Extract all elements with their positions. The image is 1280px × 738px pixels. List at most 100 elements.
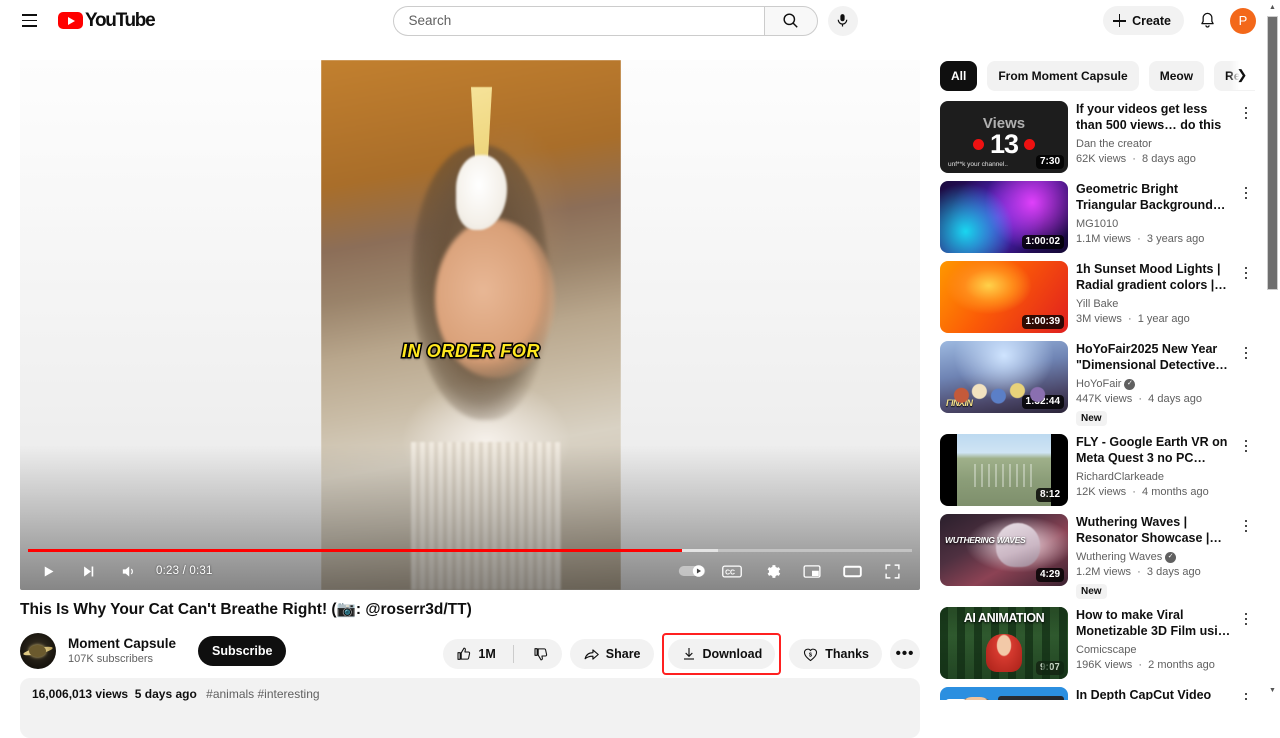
video-thumbnail[interactable]: ΓΙΝΧΙΝ 1:32:44 (940, 341, 1068, 413)
channel-avatar[interactable] (20, 633, 56, 669)
video-thumbnail[interactable]: AI ANIMATION 9:07 (940, 607, 1068, 679)
hamburger-menu-icon[interactable] (16, 8, 42, 34)
svg-text:$: $ (809, 652, 813, 658)
video-more-menu-icon[interactable] (1237, 609, 1255, 629)
theater-mode-button[interactable] (832, 552, 872, 590)
video-more-menu-icon[interactable] (1237, 516, 1255, 536)
video-title[interactable]: HoYoFair2025 New Year "Dimensional Detec… (1076, 341, 1237, 373)
miniplayer-button[interactable] (792, 552, 832, 590)
video-more-menu-icon[interactable] (1237, 183, 1255, 203)
channel-name: Comicscape (1076, 644, 1137, 656)
scroll-up-arrow-icon[interactable]: ▲ (1265, 0, 1280, 14)
video-thumbnail[interactable]: 8:12 (940, 434, 1068, 506)
list-item[interactable]: AI ANIMATION 9:07 How to make Viral Mone… (940, 607, 1255, 679)
masthead: YouTube Create (0, 0, 1280, 41)
video-stats: 1.2M views · 3 days ago (1076, 566, 1201, 578)
video-more-menu-icon[interactable] (1237, 436, 1255, 456)
video-more-menu-icon[interactable] (1237, 263, 1255, 283)
video-thumbnail[interactable]: Views 13 unf**k your channel.. 7:30 (940, 101, 1068, 173)
search-box[interactable] (392, 5, 764, 36)
list-item[interactable]: 1:00:02 Geometric Bright Triangular Back… (940, 181, 1255, 253)
video-caption-overlay: IN ORDER FOR (400, 339, 541, 362)
video-title[interactable]: In Depth CapCut Video Editing Tutorial -… (1076, 687, 1237, 700)
video-description-box[interactable]: 16,006,013 views 5 days ago #animals #in… (20, 678, 920, 738)
dislike-button[interactable] (520, 639, 562, 669)
list-item[interactable]: Views 13 unf**k your channel.. 7:30 If y… (940, 101, 1255, 173)
scrollbar-thumb[interactable] (1267, 16, 1278, 290)
video-channel[interactable]: RichardClarkeade (1076, 469, 1237, 485)
search-icon (783, 13, 798, 28)
video-thumbnail[interactable]: 1:00:39 (940, 261, 1068, 333)
subscribe-button[interactable]: Subscribe (198, 636, 287, 666)
download-button[interactable]: Download (667, 639, 776, 669)
play-button[interactable] (28, 552, 68, 590)
filter-chip-meow[interactable]: Meow (1148, 61, 1205, 91)
video-channel[interactable]: MG1010 (1076, 216, 1237, 232)
subtitles-button[interactable]: CC (712, 552, 752, 590)
chevron-right-icon[interactable]: ❯ (1229, 60, 1255, 90)
video-thumbnail[interactable]: WUTHERING WAVES 4:29 (940, 514, 1068, 586)
volume-button[interactable] (108, 552, 148, 590)
like-button[interactable]: 1M (443, 639, 506, 669)
video-channel[interactable]: Wuthering Waves ✓ (1076, 549, 1237, 565)
notifications-button[interactable] (1192, 6, 1222, 36)
thumb-dot-right-icon (1024, 139, 1036, 150)
upload-age: 2 months ago (1148, 659, 1215, 671)
fullscreen-button[interactable] (872, 552, 912, 590)
search-input[interactable] (408, 13, 760, 28)
search-button[interactable] (763, 5, 818, 36)
video-thumbnail[interactable]: 1:00:02 (940, 181, 1068, 253)
next-video-button[interactable] (68, 552, 108, 590)
thanks-button[interactable]: $ Thanks (789, 639, 882, 669)
video-more-menu-icon[interactable] (1237, 343, 1255, 363)
channel-name: Yill Bake (1076, 298, 1119, 310)
autoplay-toggle[interactable] (672, 552, 712, 590)
scroll-down-arrow-icon[interactable]: ▼ (1265, 683, 1280, 697)
video-channel[interactable]: Yill Bake (1076, 296, 1237, 312)
create-button[interactable]: Create (1103, 6, 1184, 35)
view-count: 16,006,013 views (32, 687, 129, 701)
video-more-menu-icon[interactable] (1237, 103, 1255, 123)
video-duration: 1:00:39 (1021, 315, 1064, 329)
video-channel[interactable]: HoYoFair ✓ (1076, 376, 1237, 392)
video-title[interactable]: Wuthering Waves | Resonator Showcase | C… (1076, 514, 1237, 546)
video-title[interactable]: FLY - Google Earth VR on Meta Quest 3 no… (1076, 434, 1237, 466)
video-hashtags[interactable]: #animals #interesting (206, 687, 319, 701)
list-item[interactable]: ✖ In Depth CapCut Video Editing Tutorial… (940, 687, 1255, 700)
video-info: Geometric Bright Triangular Background v… (1076, 181, 1255, 253)
gear-icon (767, 564, 780, 578)
list-item[interactable]: 1:00:39 1h Sunset Mood Lights | Radial g… (940, 261, 1255, 333)
list-item[interactable]: ΓΙΝΧΙΝ 1:32:44 HoYoFair2025 New Year "Di… (940, 341, 1255, 426)
thumb-dot-left-icon (972, 139, 984, 150)
more-actions-button[interactable]: ••• (890, 639, 920, 669)
share-button[interactable]: Share (569, 639, 654, 669)
svg-text:CC: CC (725, 569, 735, 576)
video-meta: This Is Why Your Cat Can't Breathe Right… (20, 600, 920, 675)
settings-button[interactable] (752, 552, 792, 590)
autoplay-toggle-icon (678, 565, 706, 577)
video-stats: 3M views · 1 year ago (1076, 313, 1190, 325)
filter-chip-from-channel[interactable]: From Moment Capsule (987, 61, 1139, 91)
view-count: 3M views (1076, 313, 1122, 325)
create-button-label: Create (1132, 13, 1171, 28)
video-title[interactable]: If your videos get less than 500 views… … (1076, 101, 1237, 133)
list-item[interactable]: WUTHERING WAVES 4:29 Wuthering Waves | R… (940, 514, 1255, 599)
account-avatar[interactable]: P (1230, 7, 1256, 34)
voice-search-button[interactable] (827, 5, 858, 36)
video-stats: 196K views · 2 months ago (1076, 659, 1215, 671)
video-channel[interactable]: Dan the creator (1076, 136, 1237, 152)
filter-chip-all[interactable]: All (940, 61, 978, 91)
video-title[interactable]: How to make Viral Monetizable 3D Film us… (1076, 607, 1237, 639)
upload-age: 3 years ago (1146, 233, 1205, 245)
video-player[interactable]: IN ORDER FOR 0:23 / 0:31 CC (20, 60, 920, 590)
video-more-menu-icon[interactable] (1237, 689, 1255, 700)
youtube-logo[interactable]: YouTube (58, 10, 156, 32)
video-thumbnail[interactable]: ✖ (940, 687, 1068, 700)
plus-icon (1113, 14, 1127, 27)
page-scrollbar[interactable]: ▲ ▼ (1265, 0, 1280, 697)
channel-name[interactable]: Moment Capsule (68, 635, 176, 652)
video-channel[interactable]: Comicscape (1076, 642, 1237, 658)
list-item[interactable]: 8:12 FLY - Google Earth VR on Meta Quest… (940, 434, 1255, 506)
video-title[interactable]: 1h Sunset Mood Lights | Radial gradient … (1076, 261, 1237, 293)
video-title[interactable]: Geometric Bright Triangular Background v… (1076, 181, 1237, 213)
